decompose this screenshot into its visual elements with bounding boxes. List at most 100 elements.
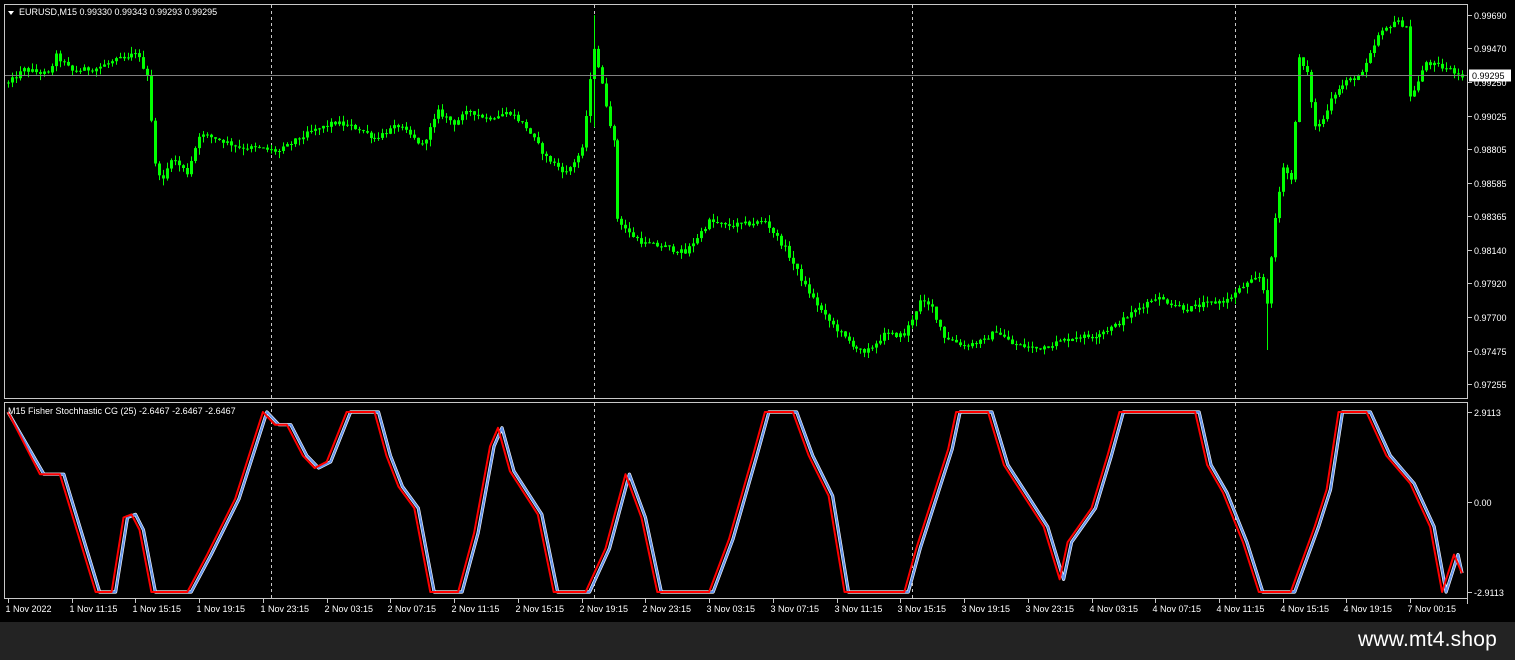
symbol-header[interactable]: EURUSD,M15 0.99330 0.99343 0.99293 0.992… — [8, 7, 217, 17]
candle-body — [206, 134, 209, 136]
candle-body — [473, 111, 476, 115]
candle-body — [1079, 337, 1082, 339]
candle-body — [1389, 27, 1392, 29]
candle-body — [250, 146, 253, 149]
candle-body — [1238, 288, 1241, 293]
candle-body — [1314, 102, 1317, 127]
candle-body — [521, 121, 524, 123]
candle-body — [370, 132, 373, 138]
candle-body — [501, 114, 504, 117]
candle-body — [1234, 292, 1237, 298]
candle-body — [887, 332, 890, 334]
candle-body — [35, 69, 38, 73]
candle-body — [955, 339, 958, 343]
candle-body — [1031, 346, 1034, 348]
candle-body — [620, 218, 623, 225]
candle-body — [740, 222, 743, 224]
candle-body — [796, 263, 799, 269]
candle-body — [178, 160, 181, 166]
indicator-tick-label: 0.00 — [1474, 498, 1492, 508]
candle-body — [1242, 286, 1245, 289]
candle-body — [1035, 346, 1038, 349]
candle-body — [1357, 76, 1360, 80]
candle-body — [1397, 20, 1400, 22]
candle-body — [1353, 78, 1356, 80]
candle-body — [1349, 78, 1352, 81]
candle-body — [389, 128, 392, 134]
candle-body — [489, 117, 492, 120]
candle-body — [445, 116, 448, 118]
candle-body — [457, 120, 460, 125]
candle-body — [19, 71, 22, 79]
candle-body — [680, 249, 683, 253]
candle-body — [71, 65, 74, 71]
candle-body — [1345, 80, 1348, 86]
candle-body — [744, 221, 747, 224]
price-tick-label: 0.99025 — [1474, 112, 1507, 122]
price-tick-label: 0.98585 — [1474, 179, 1507, 189]
brand-watermark: www.mt4.shop — [1358, 628, 1497, 651]
candle-body — [1206, 301, 1209, 303]
candle-body — [1278, 191, 1281, 219]
candle-body — [1178, 305, 1181, 307]
candle-body — [453, 120, 456, 125]
candle-body — [672, 246, 675, 252]
candle-body — [720, 222, 723, 224]
candle-body — [158, 163, 161, 176]
candle-body — [1373, 45, 1376, 53]
candle-body — [91, 70, 94, 72]
candle-body — [863, 349, 866, 353]
candle-body — [119, 56, 122, 59]
candle-body — [624, 224, 627, 229]
price-tick-label: 0.98805 — [1474, 145, 1507, 155]
candle-body — [1126, 317, 1129, 319]
candle-body — [1262, 277, 1265, 291]
price-tick-label: 0.98140 — [1474, 246, 1507, 256]
candle-body — [1230, 297, 1233, 299]
candle-body — [334, 121, 337, 125]
candle-body — [1051, 346, 1054, 348]
candle-body — [911, 319, 914, 326]
candle-body — [481, 114, 484, 118]
candle-body — [198, 136, 201, 149]
candle-body — [15, 77, 18, 79]
candle-body — [290, 144, 293, 145]
time-tick-label: 1 Nov 2022 — [6, 604, 52, 614]
candle-body — [278, 151, 281, 152]
candle-body — [585, 116, 588, 148]
candle-body — [867, 348, 870, 353]
candle-body — [194, 148, 197, 161]
candle-body — [648, 242, 651, 244]
candle-body — [1286, 167, 1289, 174]
candle-body — [358, 129, 361, 131]
candle-body — [836, 324, 839, 332]
candle-body — [1369, 53, 1372, 63]
candle-body — [931, 304, 934, 307]
candle-body — [971, 343, 974, 347]
candle-body — [298, 138, 301, 140]
candle-body — [513, 114, 516, 116]
candle-body — [134, 53, 137, 55]
candle-body — [23, 68, 26, 72]
candle-body — [640, 238, 643, 244]
candle-body — [927, 301, 930, 305]
candle-body — [425, 139, 428, 144]
candle-body — [919, 300, 922, 312]
candle-body — [1290, 173, 1293, 180]
candle-body — [1138, 307, 1141, 310]
candle-body — [597, 48, 600, 68]
candle-body — [401, 126, 404, 128]
candle-body — [282, 146, 285, 151]
candle-body — [1385, 27, 1388, 31]
candle-body — [346, 124, 349, 126]
candle-body — [1413, 90, 1416, 97]
candle-body — [1130, 312, 1133, 318]
candle-body — [127, 57, 130, 59]
candle-body — [385, 133, 388, 135]
candle-body — [613, 126, 616, 141]
candle-body — [31, 69, 34, 72]
candle-body — [983, 338, 986, 340]
candle-body — [338, 121, 341, 125]
candle-body — [43, 71, 46, 74]
candle-body — [150, 75, 153, 121]
